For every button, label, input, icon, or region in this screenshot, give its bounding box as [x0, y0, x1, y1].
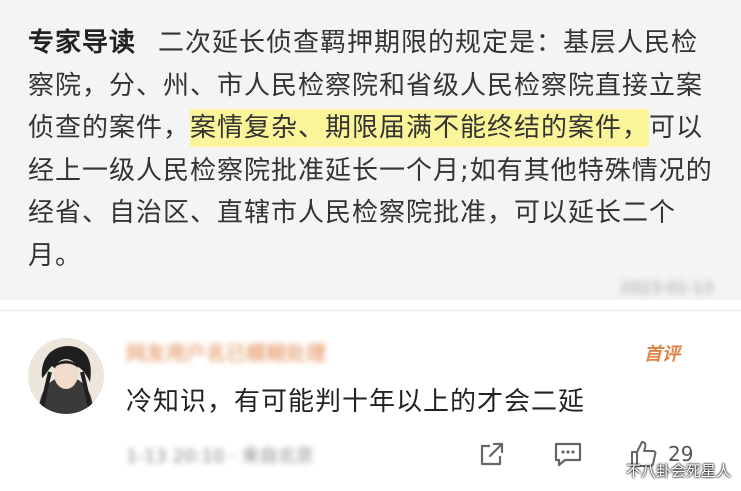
share-icon	[480, 442, 504, 466]
reply-icon	[554, 442, 582, 467]
avatar-image-icon	[28, 338, 104, 414]
article-meta: 2023-01-13	[620, 278, 713, 297]
article-text: 专家导读 二次延长侦查羁押期限的规定是：基层人民检察院，分、州、市人民检察院和省级…	[28, 22, 718, 277]
comment-username[interactable]: 网友用户名已模糊处理	[126, 338, 356, 368]
comment-text: 冷知识，有可能判十年以上的才会二延	[126, 387, 586, 417]
watermark: 不八卦会死星人	[625, 462, 731, 480]
share-button[interactable]	[478, 438, 508, 470]
first-comment-badge: 首评	[644, 344, 680, 365]
divider	[0, 310, 741, 311]
article-excerpt: 专家导读 二次延长侦查羁押期限的规定是：基层人民检察院，分、州、市人民检察院和省级…	[0, 0, 741, 300]
comment-meta: 1-13 20:10 · 来自北京	[126, 446, 314, 467]
avatar[interactable]	[28, 338, 104, 414]
reply-button[interactable]	[553, 438, 583, 470]
highlighted-text: 案情复杂、期限届满不能终结的案件，	[190, 109, 650, 147]
expert-guide-label: 专家导读	[28, 28, 137, 58]
